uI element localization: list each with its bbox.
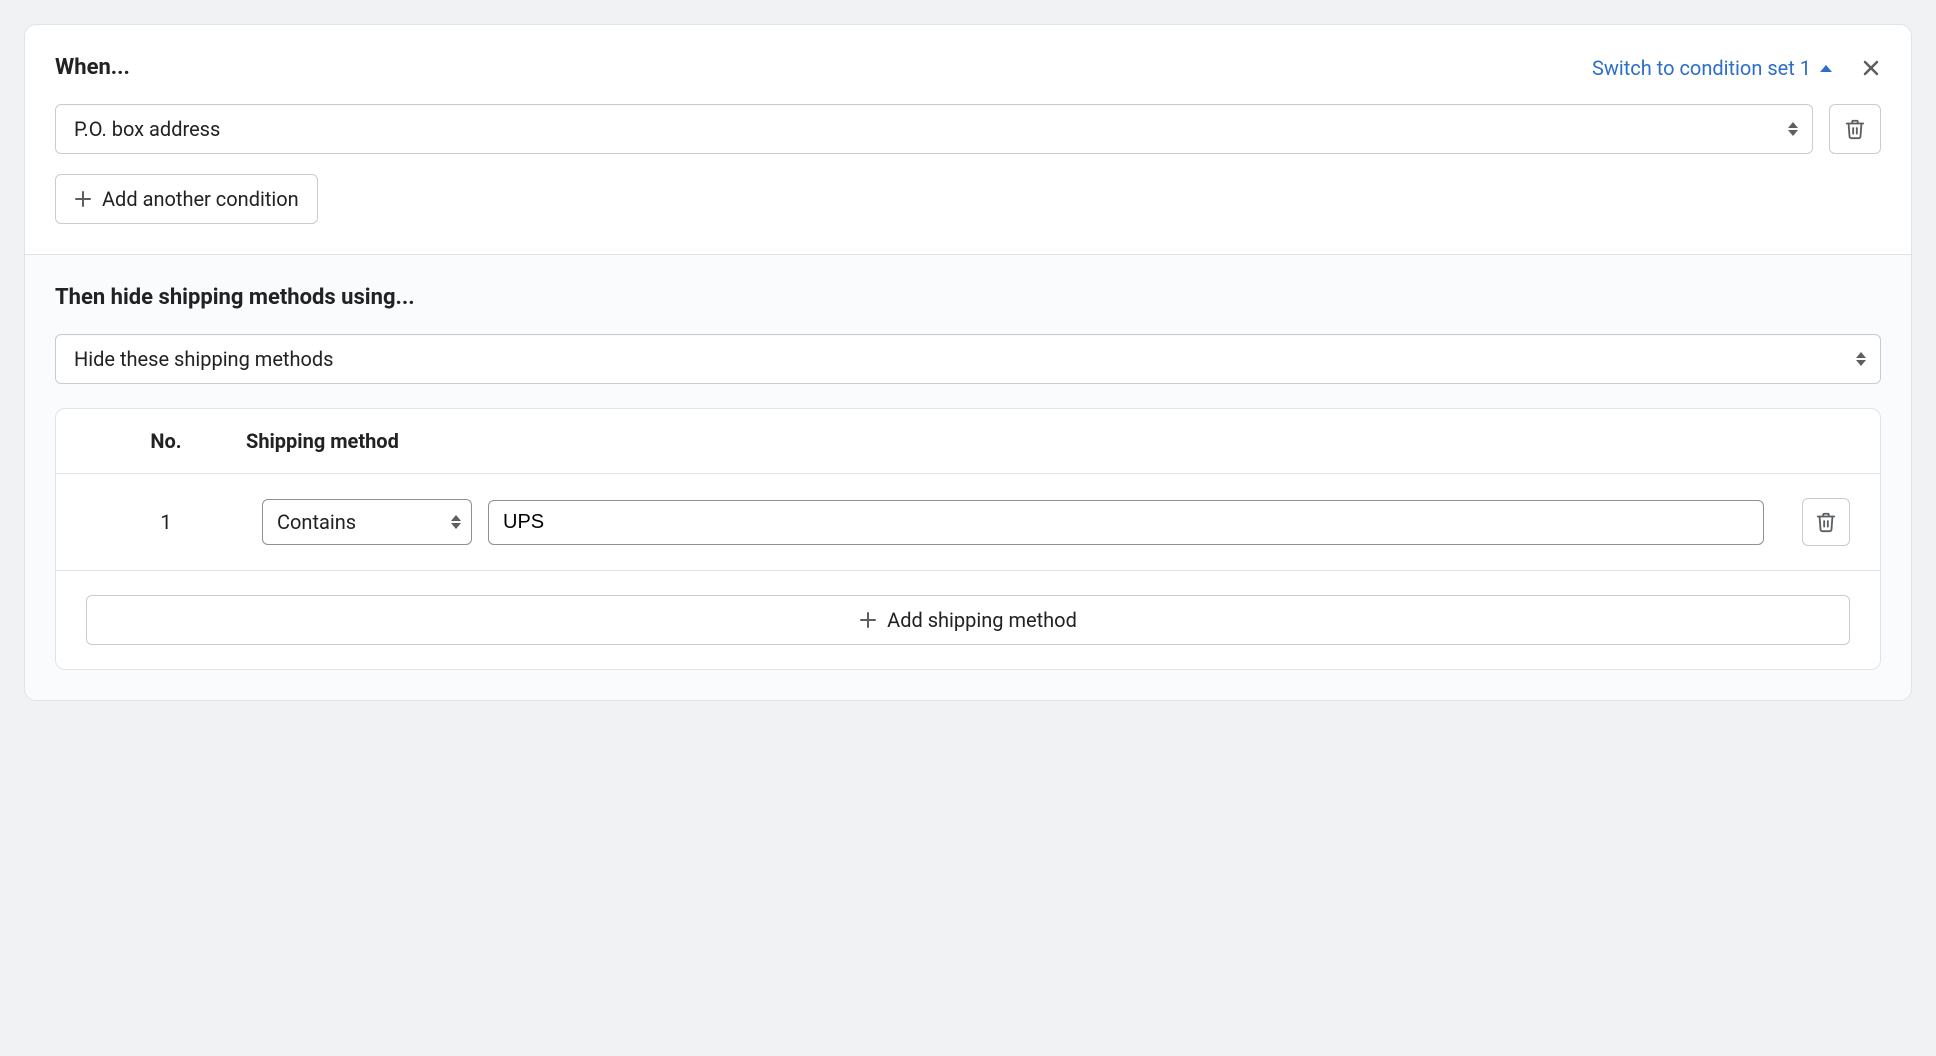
action-select[interactable]: Hide these shipping methods	[55, 334, 1881, 384]
add-condition-label: Add another condition	[102, 187, 299, 211]
then-title: Then hide shipping methods using...	[55, 285, 1881, 310]
col-no-header: No.	[86, 429, 246, 453]
switch-condition-set-link[interactable]: Switch to condition set 1	[1592, 56, 1833, 80]
plus-icon	[859, 611, 877, 629]
match-type-value: Contains	[277, 510, 356, 534]
add-row-wrap: Add shipping method	[56, 571, 1880, 669]
trash-icon	[1844, 118, 1866, 140]
trash-icon	[1815, 511, 1837, 533]
close-icon	[1861, 58, 1881, 78]
action-select-wrap: Hide these shipping methods	[55, 334, 1881, 384]
select-caret-icon	[1856, 352, 1866, 366]
condition-type-value: P.O. box address	[74, 117, 220, 141]
condition-type-select[interactable]: P.O. box address	[55, 104, 1813, 154]
shipping-method-input[interactable]	[488, 500, 1764, 545]
when-header-actions: Switch to condition set 1	[1592, 56, 1881, 80]
action-select-value: Hide these shipping methods	[74, 347, 334, 371]
add-shipping-method-label: Add shipping method	[887, 608, 1077, 632]
table-header: No. Shipping method	[56, 409, 1880, 474]
condition-row: P.O. box address	[55, 104, 1881, 154]
delete-row-button[interactable]	[1802, 498, 1850, 546]
shipping-methods-table: No. Shipping method 1 Contains	[55, 408, 1881, 670]
caret-up-icon	[1819, 63, 1833, 73]
rule-card: When... Switch to condition set 1 P.O. b…	[24, 24, 1912, 701]
row-number: 1	[86, 510, 246, 534]
table-row: 1 Contains	[56, 474, 1880, 571]
add-condition-button[interactable]: Add another condition	[55, 174, 318, 224]
plus-icon	[74, 190, 92, 208]
when-title: When...	[55, 55, 130, 80]
when-section: When... Switch to condition set 1 P.O. b…	[25, 25, 1911, 254]
select-caret-icon	[451, 515, 461, 529]
add-shipping-method-button[interactable]: Add shipping method	[86, 595, 1850, 645]
switch-condition-set-label: Switch to condition set 1	[1592, 56, 1811, 80]
col-method-header: Shipping method	[246, 429, 1780, 453]
delete-condition-button[interactable]	[1829, 104, 1881, 154]
select-caret-icon	[1788, 122, 1798, 136]
close-button[interactable]	[1861, 58, 1881, 78]
match-type-select[interactable]: Contains	[262, 499, 472, 545]
then-section: Then hide shipping methods using... Hide…	[25, 254, 1911, 700]
when-header-row: When... Switch to condition set 1	[55, 55, 1881, 80]
